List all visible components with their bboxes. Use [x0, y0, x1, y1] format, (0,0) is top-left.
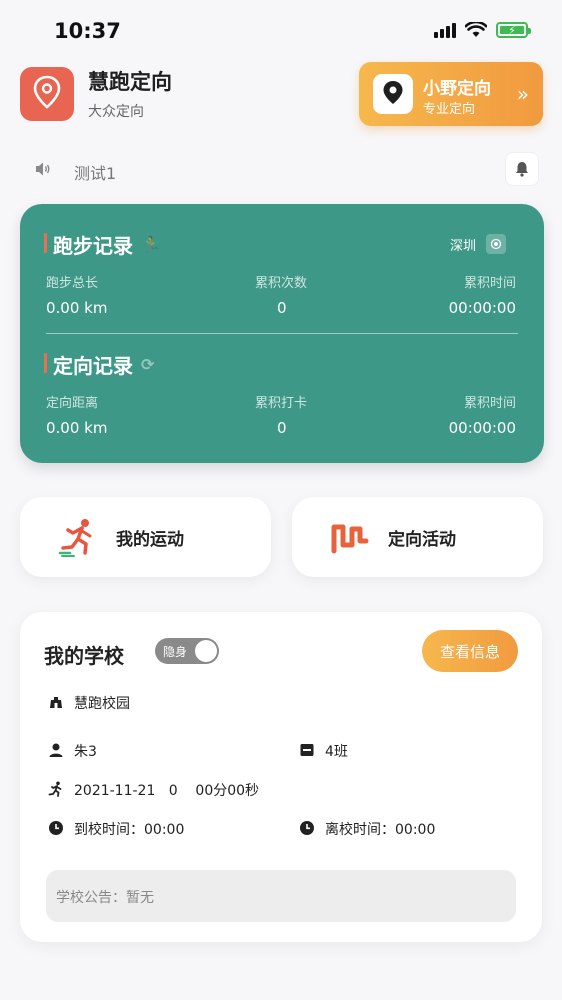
- orienteering-stat-label: 定向距离: [46, 396, 99, 411]
- city-name: 深圳: [449, 238, 476, 254]
- charging-battery-icon: ⚡: [496, 22, 531, 38]
- view-info-button[interactable]: 查看信息: [422, 630, 518, 672]
- divider: [46, 333, 518, 334]
- double-chevron-right-icon: »: [516, 82, 529, 106]
- status-time: 10:37: [54, 19, 121, 43]
- class-icon: [299, 742, 315, 758]
- pro-orienteering-banner[interactable]: 小野定向 专业定向 »: [359, 62, 543, 126]
- running-stat-label: 跑步总长: [46, 276, 99, 291]
- my-sport-label: 我的运动: [116, 529, 184, 550]
- school-title: 我的学校: [44, 644, 124, 668]
- announcement-text[interactable]: 测试1: [74, 160, 116, 184]
- class-name: 4班: [325, 744, 348, 760]
- orienteering-stat-value: 00:00:00: [448, 419, 516, 437]
- pro-logo: [373, 74, 413, 114]
- app-subtitle: 大众定向: [88, 104, 144, 120]
- runner-icon: [58, 519, 92, 557]
- campus-icon: [48, 693, 64, 709]
- orienteering-activity-button[interactable]: 定向活动: [292, 497, 543, 577]
- school-notice-text: 学校公告：暂无: [56, 890, 154, 906]
- campus-name: 慧跑校园: [74, 696, 130, 712]
- wifi-icon: [465, 22, 487, 37]
- orienteering-record-title: 定向记录 ⟳: [44, 350, 154, 379]
- app-title: 慧跑定向: [88, 70, 172, 94]
- running-stat-value: 0.00 km: [46, 299, 108, 317]
- school-card: 我的学校 隐身 查看信息 慧跑校园 朱3 4班 2021-11-21 0 00分…: [20, 612, 542, 942]
- cellular-signal-icon: [434, 22, 456, 38]
- toggle-knob: [195, 640, 217, 662]
- running-stat-label: 累积次数: [255, 276, 308, 291]
- speaker-icon: [36, 162, 50, 176]
- runner-icon: [48, 781, 64, 797]
- pro-banner-title: 小野定向: [423, 79, 491, 99]
- running-stat-value: 00:00:00: [448, 299, 516, 317]
- orienteering-stat-label: 累积时间: [463, 396, 516, 411]
- school-notice[interactable]: 学校公告：暂无: [46, 870, 516, 922]
- leave-time: 离校时间：00:00: [325, 822, 436, 838]
- student-name: 朱3: [74, 744, 97, 760]
- running-stat-value: 0: [277, 299, 287, 317]
- orienteering-record-title-text: 定向记录: [53, 354, 133, 378]
- invisible-toggle[interactable]: 隐身: [155, 638, 219, 664]
- clock-icon: [299, 820, 315, 836]
- app-logo: [20, 67, 74, 121]
- status-icons: ⚡: [434, 22, 531, 38]
- route-icon: ⟳: [141, 355, 155, 374]
- record-card[interactable]: 跑步记录 🏃 深圳 跑步总长 累积次数 累积时间 0.00 km 0 00:00…: [20, 204, 544, 463]
- location-target-icon: [486, 234, 506, 254]
- notification-button[interactable]: [505, 152, 539, 186]
- bell-icon: [516, 162, 528, 177]
- my-sport-button[interactable]: 我的运动: [20, 497, 271, 577]
- clock-icon: [48, 820, 64, 836]
- running-record-title: 跑步记录 🏃: [44, 230, 161, 259]
- city-selector[interactable]: 深圳: [450, 234, 506, 254]
- orienteering-stat-label: 累积打卡: [255, 396, 308, 411]
- pro-banner-subtitle: 专业定向: [423, 102, 476, 117]
- location-pin-icon: [383, 81, 403, 104]
- route-icon: [331, 524, 369, 554]
- location-pin-icon: [33, 75, 61, 109]
- arrive-time: 到校时间：00:00: [74, 822, 185, 838]
- toggle-label: 隐身: [163, 645, 188, 659]
- activity-summary: 2021-11-21 0 00分00秒: [74, 783, 260, 799]
- runner-icon: 🏃: [141, 235, 161, 254]
- orienteering-stat-value: 0: [277, 419, 287, 437]
- orienteering-stat-value: 0.00 km: [46, 419, 108, 437]
- user-icon: [48, 742, 64, 758]
- running-stat-label: 累积时间: [463, 276, 516, 291]
- status-bar: 10:37 ⚡: [0, 0, 562, 60]
- running-record-title-text: 跑步记录: [53, 234, 133, 258]
- orienteering-activity-label: 定向活动: [388, 529, 456, 550]
